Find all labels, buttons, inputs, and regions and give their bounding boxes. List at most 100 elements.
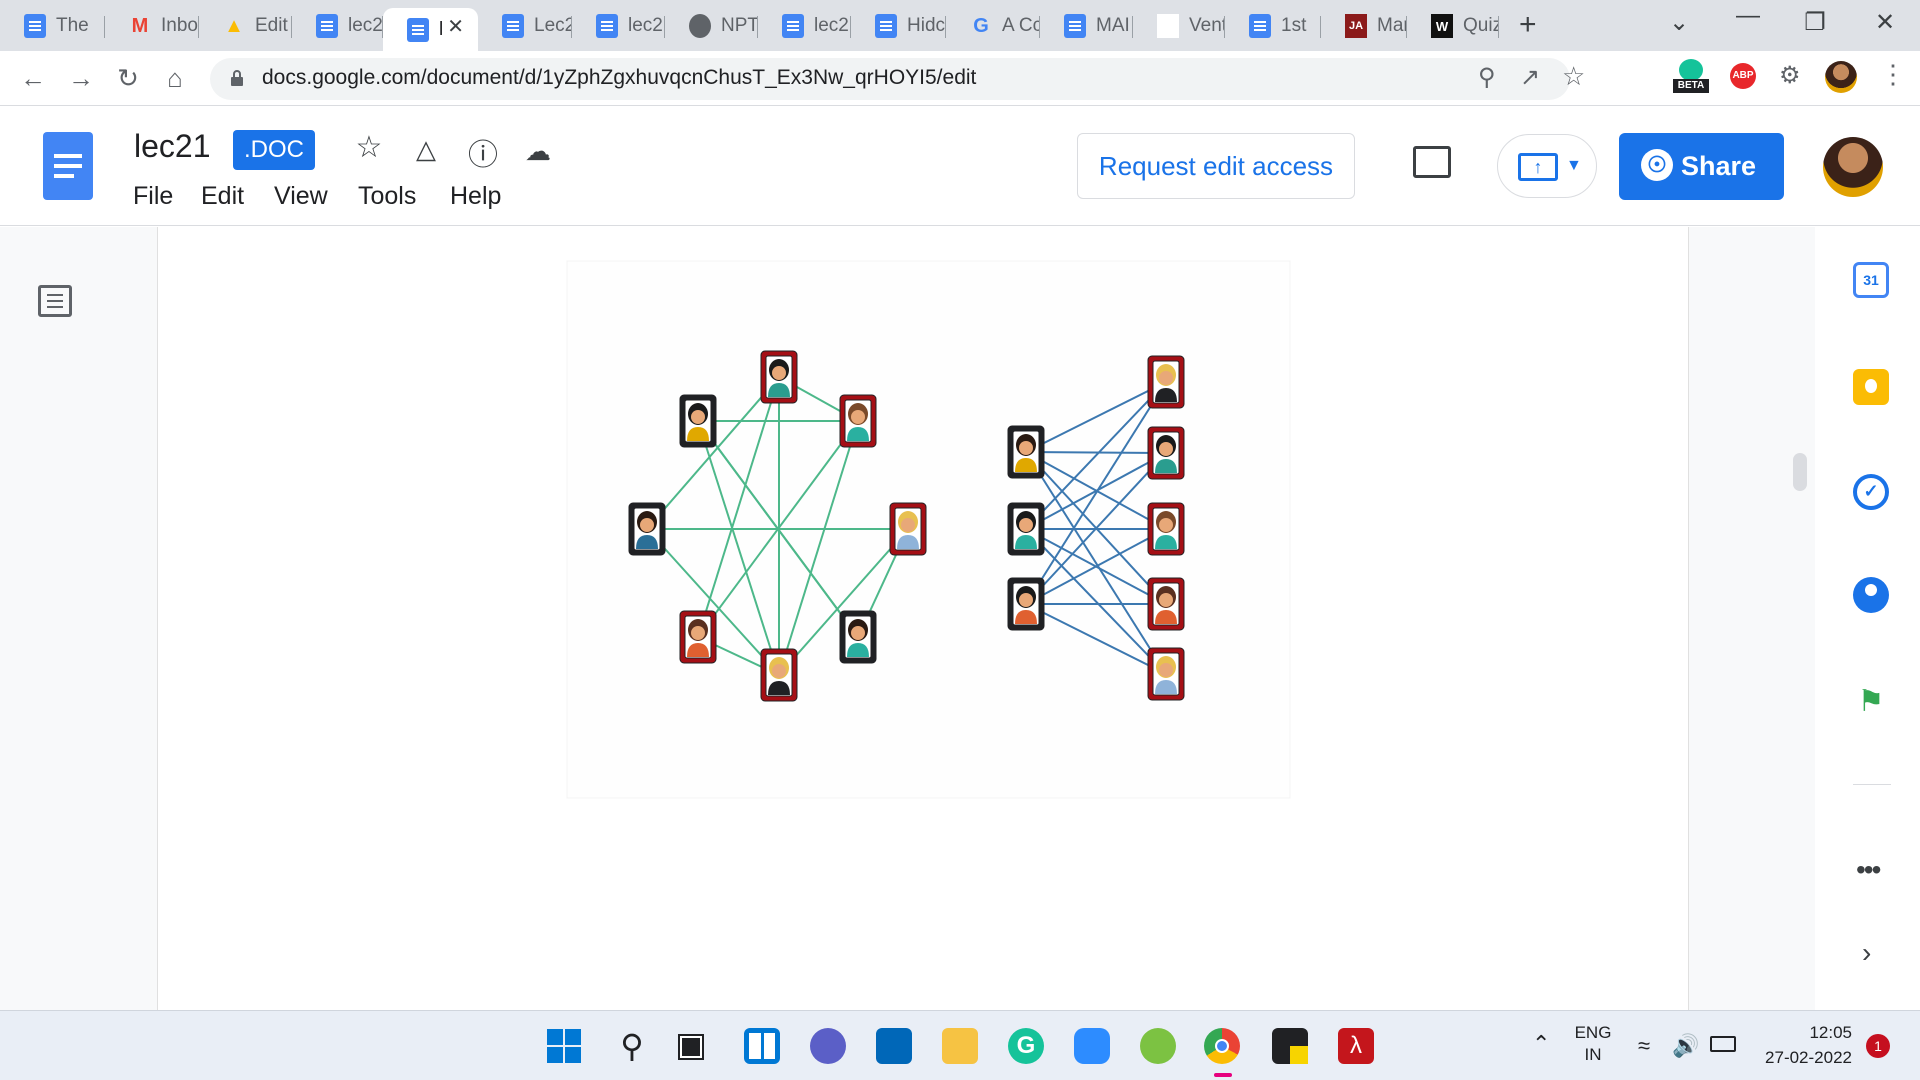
- present-button[interactable]: ↑ ▼: [1497, 134, 1597, 198]
- restore-icon[interactable]: ❐: [1795, 8, 1835, 37]
- file-explorer-icon[interactable]: [942, 1028, 978, 1064]
- grammarly-extension-icon[interactable]: BETA: [1673, 59, 1709, 95]
- browser-toolbar: ← → ↻ ⌂ docs.google.com/document/d/1yZph…: [0, 51, 1920, 106]
- star-icon[interactable]: ☆: [351, 130, 387, 165]
- browser-menu-icon[interactable]: ⋮: [1880, 59, 1906, 90]
- browser-tab[interactable]: M Inbo: [105, 8, 199, 44]
- person-node: [628, 502, 666, 556]
- browser-tab[interactable]: G A Cc: [946, 8, 1040, 44]
- share-label: Share: [1681, 151, 1757, 181]
- forward-icon[interactable]: →: [64, 63, 98, 94]
- browser-tab[interactable]: The: [0, 8, 105, 44]
- sticky-notes-icon[interactable]: [1272, 1028, 1308, 1064]
- document-outline-icon[interactable]: [38, 285, 72, 317]
- profile-avatar[interactable]: [1825, 61, 1857, 93]
- browser-tab[interactable]: W Quiz: [1407, 8, 1499, 44]
- wifi-icon[interactable]: ≈: [1638, 1033, 1650, 1059]
- adblock-icon[interactable]: ABP: [1730, 63, 1756, 89]
- close-tab-icon[interactable]: ✕: [447, 14, 464, 39]
- google-icon: G: [973, 14, 989, 37]
- new-tab-button[interactable]: +: [1519, 8, 1537, 42]
- more-icon[interactable]: •••: [1856, 854, 1881, 886]
- browser-tab-label: MAI: [1096, 15, 1130, 36]
- document-canvas: [0, 227, 1920, 1010]
- docs-icon: [316, 14, 338, 38]
- browser-tab-label: Lec2: [534, 15, 572, 36]
- menu-tools[interactable]: Tools: [358, 182, 416, 211]
- maps-icon[interactable]: ⚑: [1853, 684, 1889, 720]
- share-button[interactable]: ☉ Share: [1619, 133, 1784, 200]
- menu-edit[interactable]: Edit: [201, 182, 244, 211]
- bookmark-star-icon[interactable]: ☆: [1562, 61, 1585, 92]
- clock[interactable]: 12:05 27-02-2022: [1752, 1023, 1852, 1068]
- zoom-app-icon[interactable]: [1074, 1028, 1110, 1064]
- start-icon[interactable]: [546, 1028, 582, 1064]
- person-node: [679, 610, 717, 664]
- browser-tab[interactable]: lec2: [292, 8, 383, 44]
- volume-icon[interactable]: 🔊: [1672, 1033, 1699, 1059]
- minimize-icon[interactable]: —: [1728, 2, 1768, 30]
- browser-tab[interactable]: Vent: [1133, 8, 1225, 44]
- menu-file[interactable]: File: [133, 182, 173, 211]
- request-edit-access-button[interactable]: Request edit access: [1077, 133, 1355, 199]
- tasks-icon[interactable]: ✓: [1853, 474, 1889, 510]
- menu-help[interactable]: Help: [450, 182, 501, 211]
- docs-header: lec21 .DOC ☆ △ ⓘ ☁ File Edit View Tools …: [0, 106, 1920, 226]
- extensions-icon[interactable]: ⚙: [1779, 61, 1801, 90]
- search-icon[interactable]: ⚲: [614, 1028, 650, 1064]
- home-icon[interactable]: ⌂: [158, 63, 192, 94]
- document-page: [157, 227, 1689, 1010]
- browser-tab[interactable]: Lec2: [478, 8, 572, 44]
- browser-tab[interactable]: lec2: [758, 8, 851, 44]
- battery-icon[interactable]: [1710, 1036, 1736, 1052]
- url-text[interactable]: docs.google.com/document/d/1yZphZgxhuvqc…: [262, 66, 976, 90]
- browser-tab[interactable]: 1st: [1225, 8, 1321, 44]
- scrollbar-thumb[interactable]: [1793, 453, 1807, 491]
- person-node: [1007, 577, 1045, 631]
- move-to-drive-icon[interactable]: △: [408, 134, 444, 165]
- widgets-icon[interactable]: [744, 1028, 780, 1064]
- menu-view[interactable]: View: [274, 182, 328, 211]
- info-icon[interactable]: ⓘ: [465, 130, 501, 174]
- chrome-icon[interactable]: [1204, 1028, 1240, 1064]
- browser-tab[interactable]: l ✕: [383, 8, 478, 51]
- document-title[interactable]: lec21: [134, 128, 211, 165]
- grammarly-icon[interactable]: G: [1008, 1028, 1044, 1064]
- browser-tab[interactable]: ▲ Edit: [199, 8, 292, 44]
- person-node: [839, 394, 877, 448]
- cloud-status-icon[interactable]: ☁: [520, 136, 556, 167]
- evernote-icon[interactable]: [1140, 1028, 1176, 1064]
- browser-tab[interactable]: lec2: [572, 8, 665, 44]
- expand-icon[interactable]: ›: [1862, 937, 1871, 969]
- docs-logo-icon[interactable]: [43, 132, 93, 200]
- store-icon[interactable]: [876, 1028, 912, 1064]
- browser-tab[interactable]: NPT: [665, 8, 758, 44]
- contacts-icon[interactable]: [1853, 577, 1889, 613]
- tray-expand-icon[interactable]: ⌃: [1532, 1031, 1550, 1057]
- browser-tab[interactable]: Hidc: [851, 8, 946, 44]
- browser-tab-label: Quiz: [1463, 15, 1499, 36]
- beta-label: BETA: [1673, 79, 1709, 93]
- share-page-icon[interactable]: ↗: [1520, 63, 1540, 92]
- browser-tab[interactable]: MAI: [1040, 8, 1133, 44]
- teams-chat-icon[interactable]: [810, 1028, 846, 1064]
- keep-icon[interactable]: [1853, 369, 1889, 405]
- zoom-icon[interactable]: ⚲: [1478, 63, 1496, 92]
- comments-icon[interactable]: [1413, 146, 1451, 178]
- browser-tab[interactable]: JA Mar: [1321, 8, 1407, 44]
- person-node: [760, 648, 798, 702]
- gmail-icon: M: [131, 14, 149, 37]
- notification-badge[interactable]: 1: [1866, 1034, 1890, 1058]
- language-indicator[interactable]: ENG IN: [1572, 1023, 1614, 1065]
- task-view-icon[interactable]: [676, 1028, 712, 1064]
- reload-icon[interactable]: ↻: [111, 63, 145, 94]
- close-window-icon[interactable]: ✕: [1865, 8, 1905, 37]
- account-avatar[interactable]: [1823, 137, 1883, 197]
- address-bar[interactable]: docs.google.com/document/d/1yZphZgxhuvqc…: [210, 58, 1585, 100]
- docs-icon: [1249, 14, 1271, 38]
- acrobat-icon[interactable]: λ: [1338, 1028, 1374, 1064]
- file-type-badge: .DOC: [233, 130, 315, 170]
- tab-search-icon[interactable]: ⌄: [1659, 8, 1699, 37]
- back-icon[interactable]: ←: [16, 63, 50, 94]
- calendar-icon[interactable]: 31: [1853, 262, 1889, 298]
